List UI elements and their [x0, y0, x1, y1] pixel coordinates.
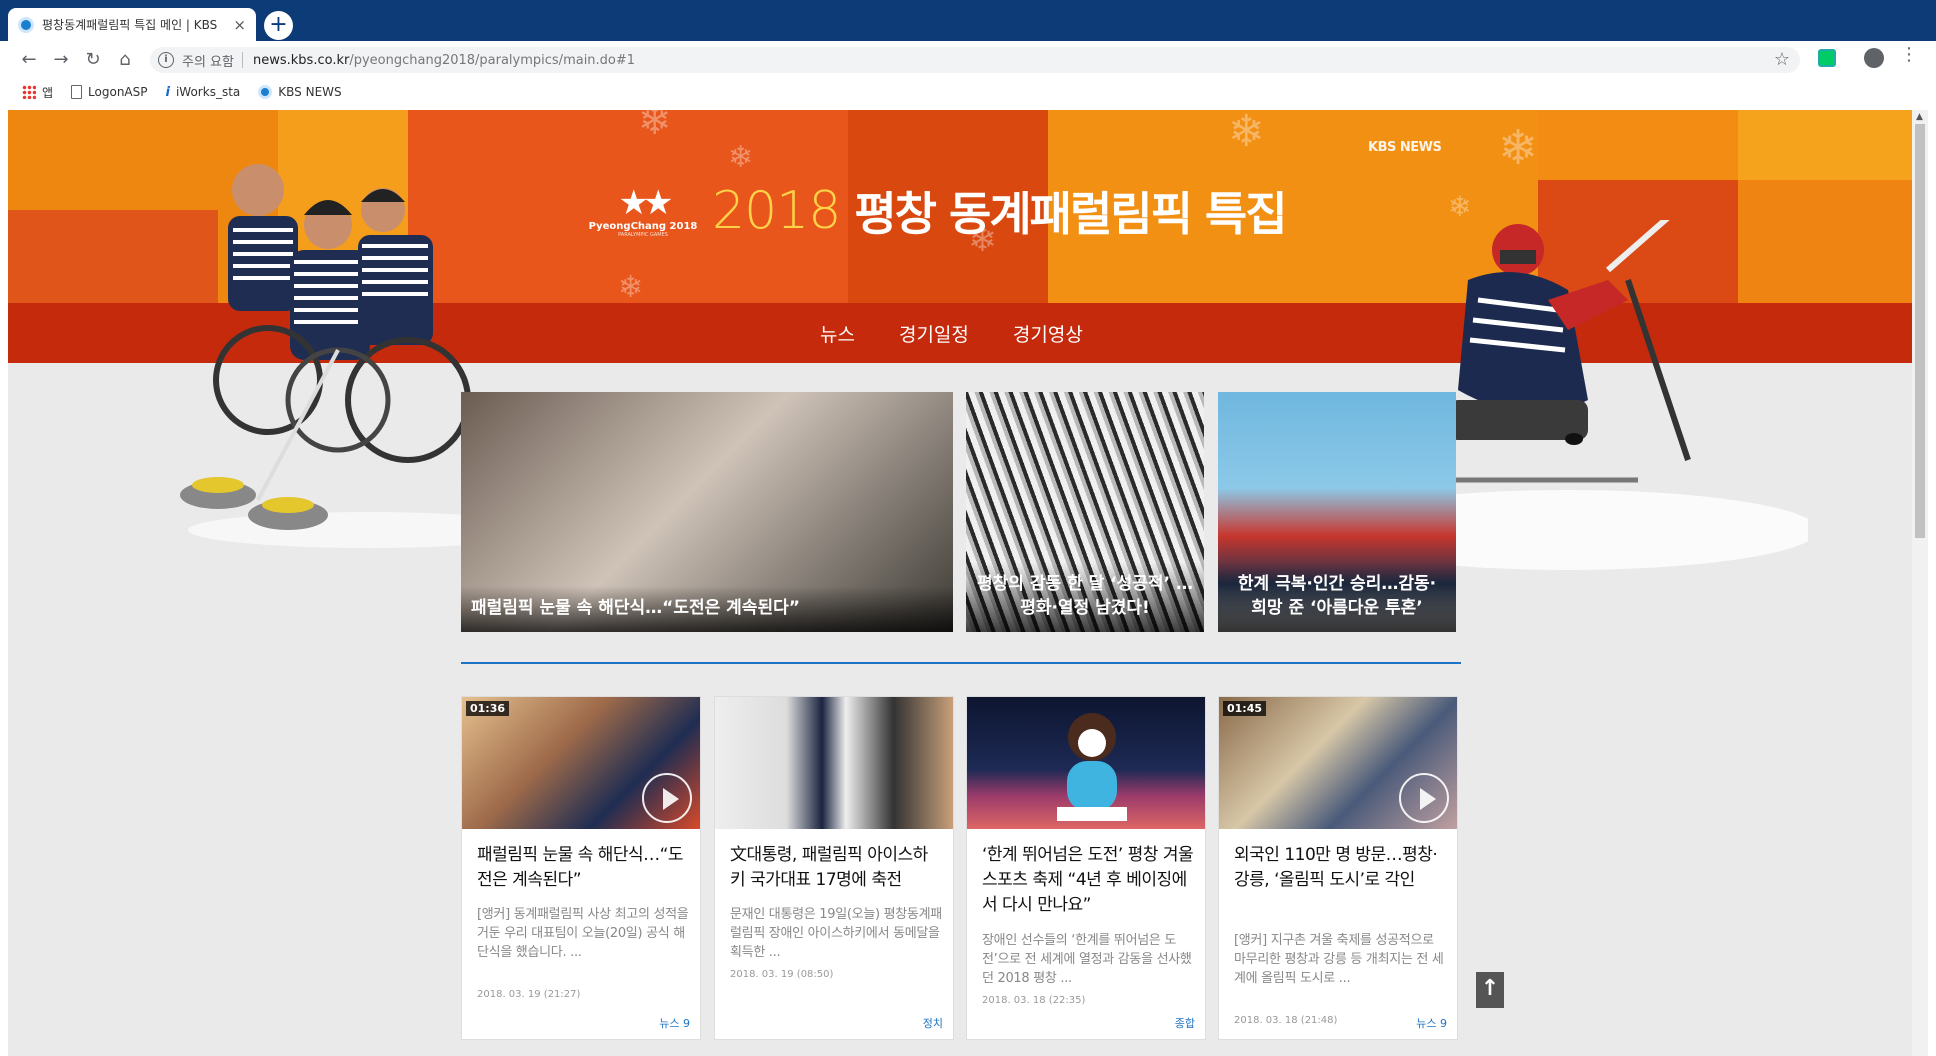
card-title[interactable]: 패럴림픽 눈물 속 해단식…“도전은 계속된다” — [477, 843, 689, 893]
snowflake-icon: ❄ — [1498, 120, 1539, 176]
card-summary: 장애인 선수들의 ‘한계를 뛰어넘은 도전’으로 전 세계에 열정과 감동을 선… — [982, 933, 1192, 986]
account-icon[interactable] — [1864, 48, 1884, 68]
news-card[interactable]: 文대통령, 패럴림픽 아이스하키 국가대표 17명에 축전 문재인 대통령은 1… — [714, 696, 954, 1040]
mascot-image — [1057, 713, 1127, 821]
snowflake-icon: ❄ — [1228, 110, 1265, 157]
bookmarks-bar: 앱 LogonASP i iWorks_sta KBS NEWS — [0, 78, 1936, 106]
card-category[interactable]: 정치 — [923, 1015, 943, 1031]
address-bar[interactable]: i 주의 요함 news.kbs.co.kr /pyeongchang2018/… — [150, 47, 1800, 73]
news-card[interactable]: ‘한계 뛰어넘은 도전’ 평창 겨울스포츠 축제 “4년 후 베이징에서 다시 … — [966, 696, 1206, 1040]
section-nav-items: 뉴스 경기일정 경기영상 — [820, 320, 1127, 347]
video-duration: 01:36 — [466, 701, 510, 716]
address-divider — [241, 52, 243, 68]
bookmark-kbs-news[interactable]: KBS NEWS — [258, 85, 342, 99]
bookmark-apps[interactable]: 앱 — [22, 84, 53, 101]
forward-icon[interactable]: → — [48, 47, 74, 73]
page-scrollbar[interactable]: ▲ — [1912, 110, 1928, 1056]
apps-grid-icon — [22, 85, 36, 99]
card-title[interactable]: ‘한계 뛰어넘은 도전’ 평창 겨울스포츠 축제 “4년 후 베이징에서 다시 … — [982, 843, 1194, 918]
home-icon[interactable]: ⌂ — [112, 47, 138, 73]
card-title[interactable]: 외국인 110만 명 방문…평창·강릉, ‘올림픽 도시’로 각인 — [1234, 843, 1446, 893]
featured-caption: 평창의 감동 한 달 ‘성공적’ …평화·열정 남겼다! — [966, 562, 1204, 632]
bookmark-label: KBS NEWS — [278, 85, 342, 99]
snowflake-icon: ❄ — [1448, 190, 1472, 223]
banner-block — [1738, 110, 1912, 180]
card-summary: 문재인 대통령은 19일(오늘) 평창동계패럴림픽 장애인 아이스하키에서 동메… — [730, 907, 942, 960]
featured-caption: 한계 극복·인간 승리…감동· 희망 준 ‘아름다운 투혼’ — [1218, 562, 1456, 632]
bookmark-iworks[interactable]: i iWorks_sta — [165, 85, 241, 100]
url-host[interactable]: news.kbs.co.kr — [253, 53, 349, 68]
card-summary: [앵커] 동계패럴림픽 사상 최고의 성적을 거둔 우리 대표팀이 오늘(20일… — [477, 907, 689, 960]
special-logo[interactable]: ★★ PyeongChang 2018 PARALYMPIC GAMES 201… — [588, 178, 1288, 244]
emblem-stars-icon: ★★ — [618, 182, 674, 223]
extension-icon[interactable] — [1818, 49, 1836, 67]
news-card[interactable]: 01:36 패럴림픽 눈물 속 해단식…“도전은 계속된다” [앵커] 동계패럴… — [461, 696, 701, 1040]
nav-news[interactable]: 뉴스 — [820, 320, 855, 347]
kbs-favicon-icon — [18, 16, 34, 33]
iworks-icon: i — [165, 85, 170, 100]
snowflake-icon: ❄ — [618, 270, 644, 303]
bookmark-label: LogonASP — [88, 85, 148, 99]
nav-schedule[interactable]: 경기일정 — [899, 320, 969, 347]
page-content: ❄ ❄ ❄ ❄ ❄ ❄ ❄ ★★ PyeongChang 2018 PARALY… — [8, 110, 1912, 1056]
card-date: 2018. 03. 18 (21:48) — [1234, 1015, 1338, 1026]
new-tab-button[interactable]: + — [264, 11, 293, 40]
url-path[interactable]: /pyeongchang2018/paralympics/main.do#1 — [349, 53, 635, 68]
featured-caption: 패럴림픽 눈물 속 해단식…“도전은 계속된다” — [461, 586, 953, 632]
card-summary: [앵커] 지구촌 겨울 축제를 성공적으로 마무리한 평창과 강릉 등 개최지는… — [1234, 933, 1444, 986]
card-date: 2018. 03. 18 (22:35) — [982, 995, 1086, 1006]
featured-story-main[interactable]: 패럴림픽 눈물 속 해단식…“도전은 계속된다” — [461, 392, 953, 632]
bookmark-label: 앱 — [42, 85, 54, 100]
emblem-name: PyeongChang 2018 — [588, 220, 698, 232]
featured-story-2[interactable]: 평창의 감동 한 달 ‘성공적’ …평화·열정 남겼다! — [966, 392, 1204, 632]
snowflake-icon: ❄ — [728, 140, 754, 175]
tab-bar: 평창동계패럴림픽 특집 메인 | KBS × + — [0, 0, 1936, 41]
page-icon — [71, 85, 83, 99]
news-card[interactable]: 01:45 외국인 110만 명 방문…평창·강릉, ‘올림픽 도시’로 각인 … — [1218, 696, 1458, 1040]
pyeongchang-emblem: ★★ PyeongChang 2018 PARALYMPIC GAMES — [588, 185, 698, 238]
play-icon[interactable] — [1399, 773, 1449, 823]
card-date: 2018. 03. 19 (21:27) — [477, 989, 581, 1000]
card-category[interactable]: 종합 — [1175, 1015, 1195, 1031]
play-icon[interactable] — [642, 773, 692, 823]
scroll-top-button[interactable]: ↑ — [1476, 972, 1504, 1008]
info-icon[interactable]: i — [158, 52, 174, 68]
page-title: 평창 동계패럴림픽 특집 — [854, 187, 1287, 241]
card-thumbnail[interactable] — [967, 697, 1205, 829]
section-divider — [461, 662, 1461, 664]
video-duration: 01:45 — [1223, 701, 1267, 716]
emblem-sub: PARALYMPIC GAMES — [618, 231, 668, 238]
card-thumbnail[interactable] — [715, 697, 953, 829]
bookmark-label: iWorks_sta — [175, 85, 241, 99]
title-year: 2018 — [712, 181, 841, 241]
card-thumbnail[interactable]: 01:45 — [1219, 697, 1457, 829]
browser-toolbar: ← → ↻ ⌂ i 주의 요함 news.kbs.co.kr /pyeongch… — [0, 41, 1936, 78]
snowflake-icon: ❄ — [638, 110, 672, 144]
bookmark-logonasp[interactable]: LogonASP — [71, 85, 148, 99]
card-category[interactable]: 뉴스 9 — [659, 1015, 690, 1031]
nav-videos[interactable]: 경기영상 — [1013, 320, 1083, 347]
kbs-favicon-icon — [258, 85, 273, 99]
featured-story-3[interactable]: 한계 극복·인간 승리…감동· 희망 준 ‘아름다운 투혼’ — [1218, 392, 1456, 632]
card-title[interactable]: 文대통령, 패럴림픽 아이스하키 국가대표 17명에 축전 — [730, 843, 942, 893]
card-category[interactable]: 뉴스 9 — [1416, 1015, 1447, 1031]
menu-icon[interactable]: ⋮ — [1900, 44, 1918, 65]
close-tab-icon[interactable]: × — [233, 16, 246, 34]
scroll-thumb[interactable] — [1915, 124, 1925, 538]
card-date: 2018. 03. 19 (08:50) — [730, 969, 834, 980]
tab-title: 평창동계패럴림픽 특집 메인 | KBS — [42, 18, 218, 32]
browser-tab[interactable]: 평창동계패럴림픽 특집 메인 | KBS × — [8, 8, 256, 41]
kbs-news-logo[interactable]: KBS NEWS — [1368, 140, 1442, 155]
scroll-up-arrow-icon[interactable]: ▲ — [1916, 112, 1923, 122]
card-thumbnail[interactable]: 01:36 — [462, 697, 700, 829]
bookmark-star-icon[interactable]: ☆ — [1774, 49, 1790, 70]
reload-icon[interactable]: ↻ — [80, 47, 106, 73]
back-icon[interactable]: ← — [16, 47, 42, 73]
security-label[interactable]: 주의 요함 — [182, 51, 234, 70]
